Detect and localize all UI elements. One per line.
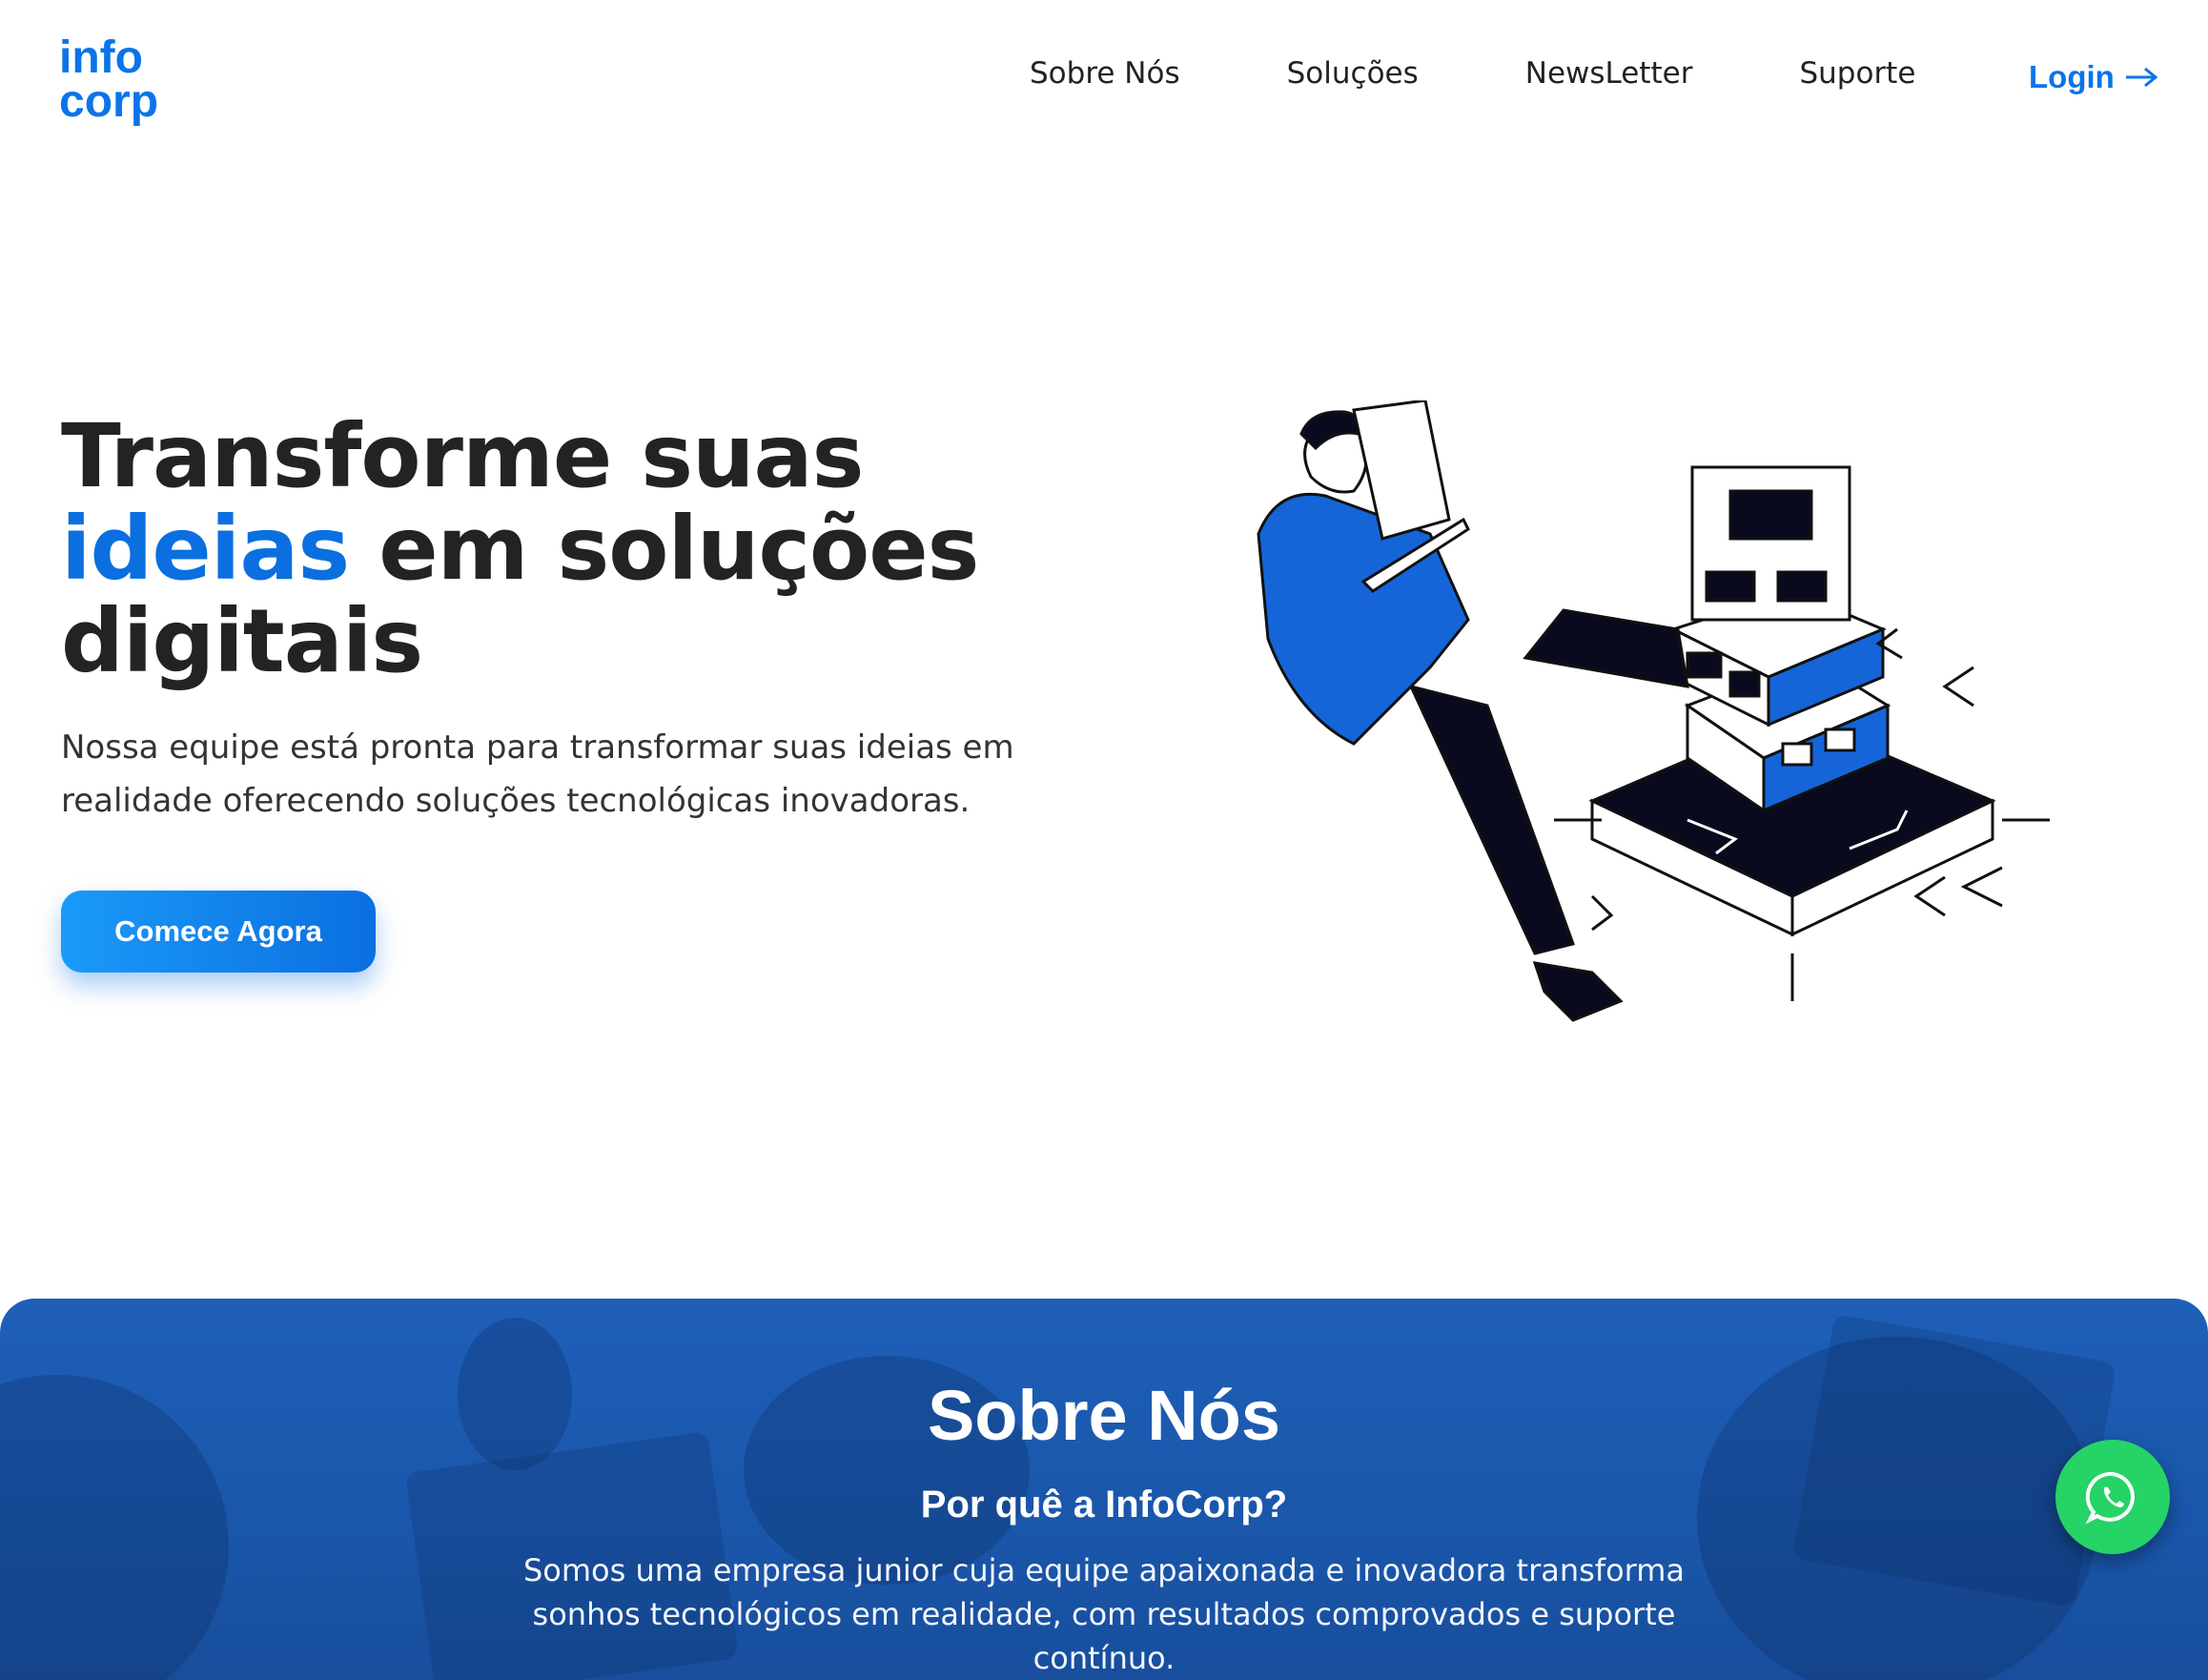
section-description: Somos uma empresa junior cuja equipe apa…	[522, 1552, 1686, 1676]
whatsapp-icon	[2085, 1471, 2135, 1525]
svg-text:corp: corp	[59, 76, 158, 127]
nav-item-suporte[interactable]: Suporte	[1799, 56, 1915, 91]
arrow-right-icon	[2125, 67, 2158, 88]
login-link[interactable]: Login	[2029, 53, 2158, 101]
whatsapp-button[interactable]	[2055, 1440, 2170, 1554]
person-with-laptop-illustration	[1257, 400, 2050, 1022]
hero-title: Transforme suas ideias em soluções digitai…	[61, 410, 1110, 687]
hero-title-line2: em soluções	[349, 498, 979, 600]
hero-subtitle: Nossa equipe está pronta para transforma…	[61, 728, 1014, 820]
section-title: Sobre Nós	[927, 1376, 1281, 1455]
nav-item-newsletter[interactable]: NewsLetter	[1525, 56, 1693, 91]
main-nav: Sobre Nós Soluções NewsLetter Suporte	[1030, 50, 1915, 97]
logo-mark: info corp	[59, 32, 158, 127]
infocorp-logo[interactable]: info corp	[59, 32, 183, 128]
sobre-nos-section: Sobre Nós Por quê a InfoCorp? Somos uma …	[0, 1299, 2208, 1680]
hero-illustration	[1239, 400, 2078, 1068]
hero-title-line1: Transforme suas	[61, 405, 864, 507]
hero-title-line3: digitais	[61, 590, 423, 692]
login-label: Login	[2029, 59, 2115, 94]
nav-item-sobre-nos[interactable]: Sobre Nós	[1030, 56, 1180, 91]
site-header: info corp Sobre Nós Soluções NewsLetter …	[0, 0, 2208, 153]
section-subtitle: Por quê a InfoCorp?	[920, 1484, 1288, 1526]
hero-title-accent: ideias	[61, 498, 350, 600]
comece-agora-button[interactable]: Comece Agora	[61, 891, 376, 973]
nav-item-solucoes[interactable]: Soluções	[1287, 56, 1419, 91]
